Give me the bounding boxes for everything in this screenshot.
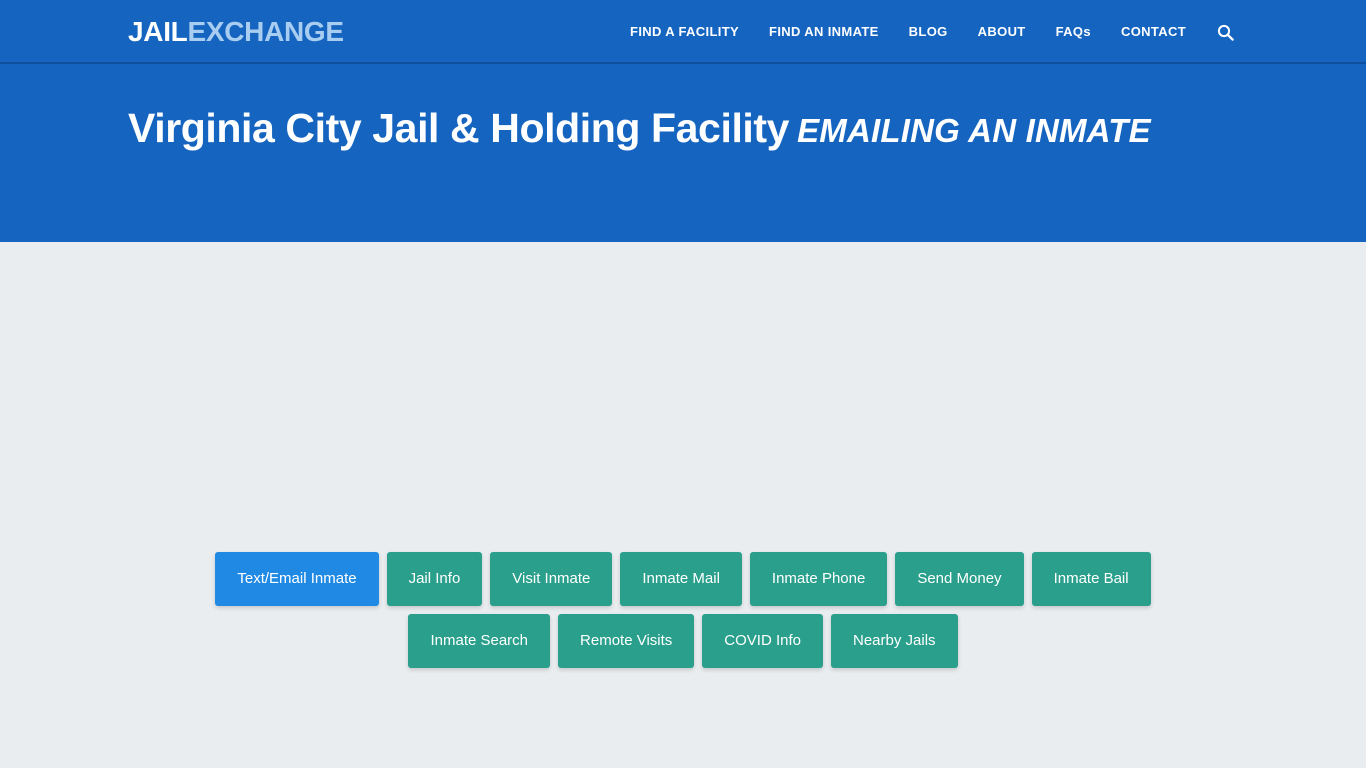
page-title-section: EMAILING AN INMATE xyxy=(797,112,1151,149)
logo-text-secondary: EXCHANGE xyxy=(187,16,344,47)
facility-button-send-money[interactable]: Send Money xyxy=(895,552,1024,606)
top-navigation-bar: JAILEXCHANGE FIND A FACILITY FIND AN INM… xyxy=(0,0,1366,64)
facility-navigation-buttons: Text/Email Inmate Jail Info Visit Inmate… xyxy=(0,552,1366,676)
nav-item-blog[interactable]: BLOG xyxy=(894,0,963,64)
site-logo[interactable]: JAILEXCHANGE xyxy=(128,17,344,47)
nav-item-about[interactable]: ABOUT xyxy=(963,0,1041,64)
facility-button-inmate-search[interactable]: Inmate Search xyxy=(408,614,551,668)
main-menu: FIND A FACILITY FIND AN INMATE BLOG ABOU… xyxy=(615,0,1246,64)
facility-button-inmate-mail[interactable]: Inmate Mail xyxy=(620,552,742,606)
facility-button-covid-info[interactable]: COVID Info xyxy=(702,614,823,668)
facility-button-visit-inmate[interactable]: Visit Inmate xyxy=(490,552,613,606)
main-content-area: Text/Email Inmate Jail Info Visit Inmate… xyxy=(0,242,1366,768)
facility-button-inmate-bail[interactable]: Inmate Bail xyxy=(1031,552,1151,606)
facility-button-row-1: Text/Email Inmate Jail Info Visit Inmate… xyxy=(128,552,1238,606)
facility-button-row-2: Inmate Search Remote Visits COVID Info N… xyxy=(128,614,1238,668)
page-title-facility: Virginia City Jail & Holding Facility xyxy=(128,105,790,151)
page-title: Virginia City Jail & Holding Facility EMA… xyxy=(128,104,1151,155)
facility-button-jail-info[interactable]: Jail Info xyxy=(386,552,483,606)
nav-item-find-an-inmate[interactable]: FIND AN INMATE xyxy=(754,0,894,64)
search-icon xyxy=(1217,24,1234,41)
page-banner: Virginia City Jail & Holding Facility EMA… xyxy=(0,64,1366,260)
search-button[interactable] xyxy=(1201,0,1246,64)
nav-item-contact[interactable]: CONTACT xyxy=(1106,0,1201,64)
nav-item-faqs[interactable]: FAQs xyxy=(1041,0,1106,64)
logo-text-primary: JAIL xyxy=(128,16,188,47)
facility-button-remote-visits[interactable]: Remote Visits xyxy=(558,614,695,668)
nav-item-find-a-facility[interactable]: FIND A FACILITY xyxy=(615,0,754,64)
facility-button-inmate-phone[interactable]: Inmate Phone xyxy=(749,552,888,606)
facility-button-text-email-inmate[interactable]: Text/Email Inmate xyxy=(215,552,379,606)
facility-button-nearby-jails[interactable]: Nearby Jails xyxy=(831,614,958,668)
